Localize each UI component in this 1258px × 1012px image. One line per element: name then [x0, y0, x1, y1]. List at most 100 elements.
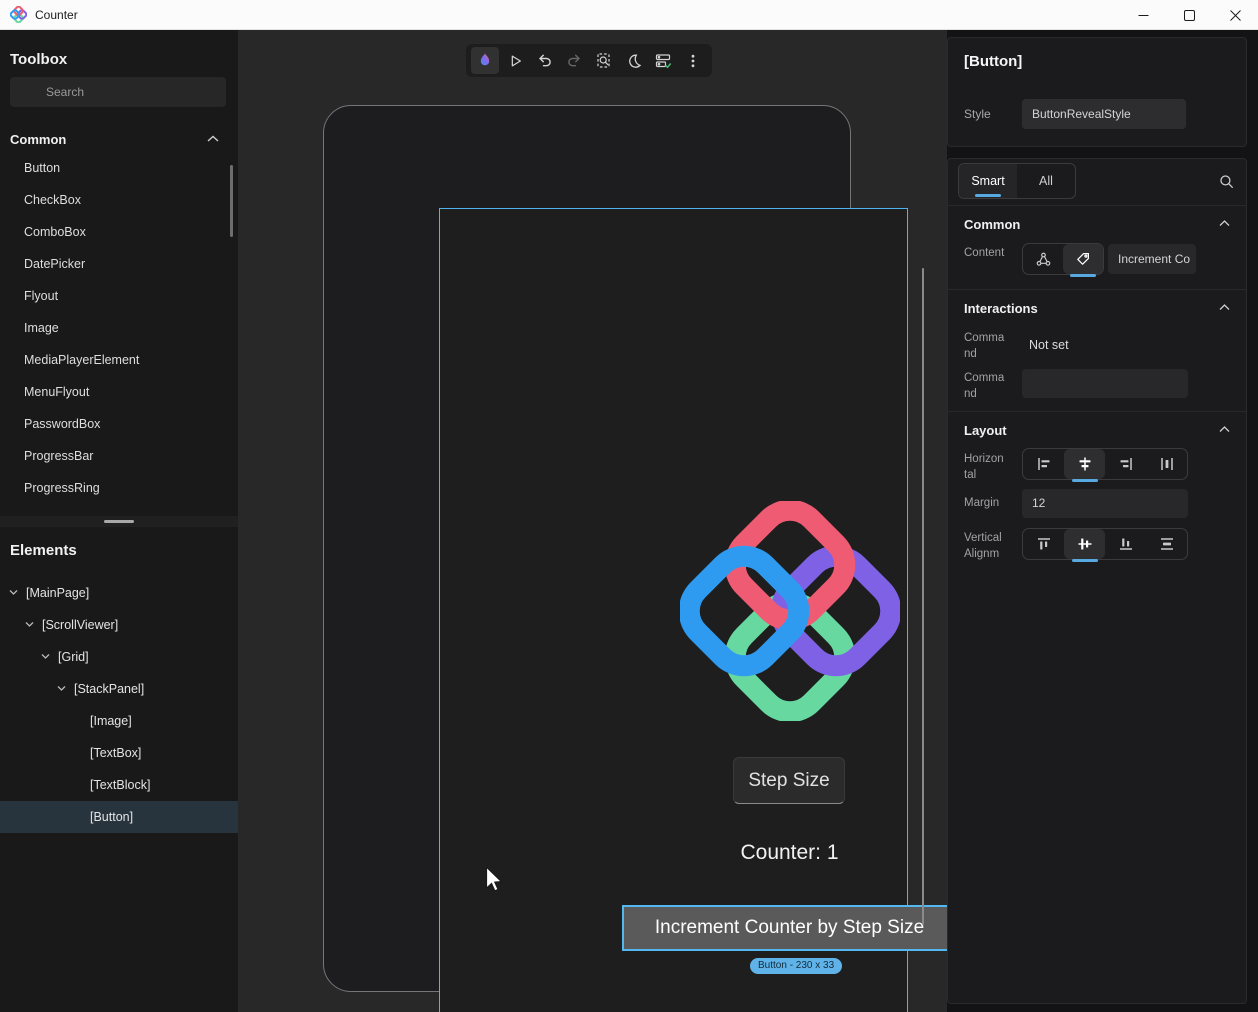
- toolbox-item-checkbox[interactable]: CheckBox: [0, 184, 238, 216]
- content-literal-button[interactable]: [1063, 244, 1103, 274]
- chevron-up-icon[interactable]: [1218, 425, 1231, 434]
- toolbox-item-progressbar[interactable]: ProgressBar: [0, 440, 238, 472]
- device-frame: Step Size Counter: 1 Increment Counter b…: [323, 105, 851, 992]
- chevron-down-icon[interactable]: [8, 588, 19, 596]
- design-canvas[interactable]: Step Size Counter: 1 Increment Counter b…: [238, 30, 947, 1012]
- chevron-up-icon[interactable]: [206, 134, 220, 144]
- selected-toggle-indicator: [1070, 274, 1096, 277]
- chevron-down-icon[interactable]: [40, 652, 51, 660]
- align-right-button[interactable]: [1105, 449, 1146, 479]
- toolbox-title: Toolbox: [10, 51, 67, 68]
- panel-splitter[interactable]: [0, 516, 238, 527]
- valign-top-button[interactable]: [1023, 529, 1064, 559]
- valign-bottom-button[interactable]: [1105, 529, 1146, 559]
- splitter-handle-icon: [104, 520, 134, 523]
- chevron-up-icon[interactable]: [1218, 303, 1231, 312]
- properties-panel: [Button] Style ButtonRevealStyle Smart A…: [947, 30, 1258, 1012]
- app-window: Counter Toolbox Common Button CheckBox C…: [0, 0, 1258, 1012]
- chevron-up-icon[interactable]: [1218, 219, 1231, 228]
- toolbox-section-common[interactable]: Common: [10, 132, 66, 147]
- align-stretch-icon: [1159, 456, 1175, 472]
- section-common-header[interactable]: Common: [964, 217, 1020, 232]
- size-badge: Button - 230 x 33: [750, 958, 842, 974]
- toolbox-item-combobox[interactable]: ComboBox: [0, 216, 238, 248]
- increment-counter-button[interactable]: Increment Counter by Step Size: [624, 907, 955, 949]
- toolbox-item-passwordbox[interactable]: PasswordBox: [0, 408, 238, 440]
- left-panel: Toolbox Common Button CheckBox ComboBox …: [0, 30, 238, 1012]
- content-value-field[interactable]: Increment Co: [1108, 244, 1196, 274]
- tree-item-textbox[interactable]: [TextBox]: [0, 737, 238, 769]
- command-label: Command: [964, 331, 1006, 362]
- divider: [948, 205, 1246, 206]
- align-right-icon: [1118, 456, 1134, 472]
- validation-button[interactable]: [649, 47, 677, 74]
- valign-bottom-icon: [1118, 536, 1134, 552]
- command-value[interactable]: Not set: [1029, 338, 1069, 352]
- command-input-field[interactable]: [1022, 369, 1188, 398]
- chevron-down-icon[interactable]: [24, 620, 35, 628]
- align-center-button[interactable]: [1064, 449, 1105, 479]
- divider: [948, 289, 1246, 290]
- section-interactions-header[interactable]: Interactions: [964, 301, 1038, 316]
- section-layout-header[interactable]: Layout: [964, 423, 1007, 438]
- toolbox-item-image[interactable]: Image: [0, 312, 238, 344]
- valign-stretch-button[interactable]: [1146, 529, 1187, 559]
- toolbox-item-progressring[interactable]: ProgressRing: [0, 472, 238, 504]
- margin-field[interactable]: 12: [1022, 489, 1188, 518]
- more-options-button[interactable]: [679, 47, 707, 74]
- hot-reload-flame-button[interactable]: [471, 47, 499, 74]
- tab-all[interactable]: All: [1017, 164, 1075, 198]
- toolbox-item-flyout[interactable]: Flyout: [0, 280, 238, 312]
- toolbox-item-datepicker[interactable]: DatePicker: [0, 248, 238, 280]
- valign-center-button[interactable]: [1064, 529, 1105, 559]
- selected-element-card: [Button] Style ButtonRevealStyle: [947, 37, 1247, 147]
- valign-top-icon: [1036, 536, 1052, 552]
- tree-item-grid[interactable]: [Grid]: [0, 641, 238, 673]
- properties-search-button[interactable]: [1212, 169, 1240, 193]
- tree-item-label: [Image]: [90, 705, 132, 737]
- tree-item-label: [TextBlock]: [90, 769, 150, 801]
- toolbox-search-input[interactable]: [10, 77, 226, 107]
- selected-element-name: [Button]: [964, 53, 1022, 70]
- valign-center-icon: [1077, 536, 1093, 552]
- align-left-button[interactable]: [1023, 449, 1064, 479]
- tree-item-textblock[interactable]: [TextBlock]: [0, 769, 238, 801]
- content-label: Content: [964, 246, 1006, 262]
- margin-label: Margin: [964, 496, 1006, 512]
- tab-smart[interactable]: Smart: [959, 164, 1017, 198]
- inspect-element-button[interactable]: [590, 47, 618, 74]
- page-selection-outline[interactable]: Step Size Counter: 1 Increment Counter b…: [439, 208, 908, 1012]
- window-title: Counter: [35, 8, 78, 22]
- tree-item-button-selected[interactable]: [Button]: [0, 801, 238, 833]
- redo-button[interactable]: [560, 47, 588, 74]
- tree-item-scrollviewer[interactable]: [ScrollViewer]: [0, 609, 238, 641]
- content-binding-button[interactable]: [1023, 244, 1063, 274]
- minimize-button[interactable]: [1120, 0, 1166, 30]
- maximize-button[interactable]: [1166, 0, 1212, 30]
- play-button[interactable]: [501, 47, 529, 74]
- binding-icon: [1035, 251, 1052, 268]
- tree-item-stackpanel[interactable]: [StackPanel]: [0, 673, 238, 705]
- properties-tab-group: Smart All: [958, 163, 1076, 199]
- theme-toggle-button[interactable]: [620, 47, 648, 74]
- chevron-down-icon[interactable]: [56, 684, 67, 692]
- tree-item-image[interactable]: [Image]: [0, 705, 238, 737]
- align-stretch-button[interactable]: [1146, 449, 1187, 479]
- canvas-scrollbar[interactable]: [922, 268, 924, 925]
- tree-item-mainpage[interactable]: [MainPage]: [0, 577, 238, 609]
- valign-stretch-icon: [1159, 536, 1175, 552]
- step-size-textbox[interactable]: Step Size: [733, 757, 845, 804]
- style-value-field[interactable]: ButtonRevealStyle: [1022, 99, 1186, 129]
- uno-logo-image[interactable]: [680, 501, 900, 721]
- toolbox-item-menuflyout[interactable]: MenuFlyout: [0, 376, 238, 408]
- horizontal-alignment-label: Horizontal: [964, 452, 1006, 483]
- toolbox-item-button[interactable]: Button: [0, 152, 238, 184]
- toolbox-item-mediaplayerelement[interactable]: MediaPlayerElement: [0, 344, 238, 376]
- toolbox-scrollbar[interactable]: [230, 165, 233, 237]
- undo-button[interactable]: [530, 47, 558, 74]
- close-button[interactable]: [1212, 0, 1258, 30]
- toolbox-list: Button CheckBox ComboBox DatePicker Flyo…: [0, 152, 238, 504]
- tree-item-label: [MainPage]: [26, 577, 89, 609]
- selected-alignment-indicator: [1072, 559, 1098, 562]
- tree-item-label: [TextBox]: [90, 737, 141, 769]
